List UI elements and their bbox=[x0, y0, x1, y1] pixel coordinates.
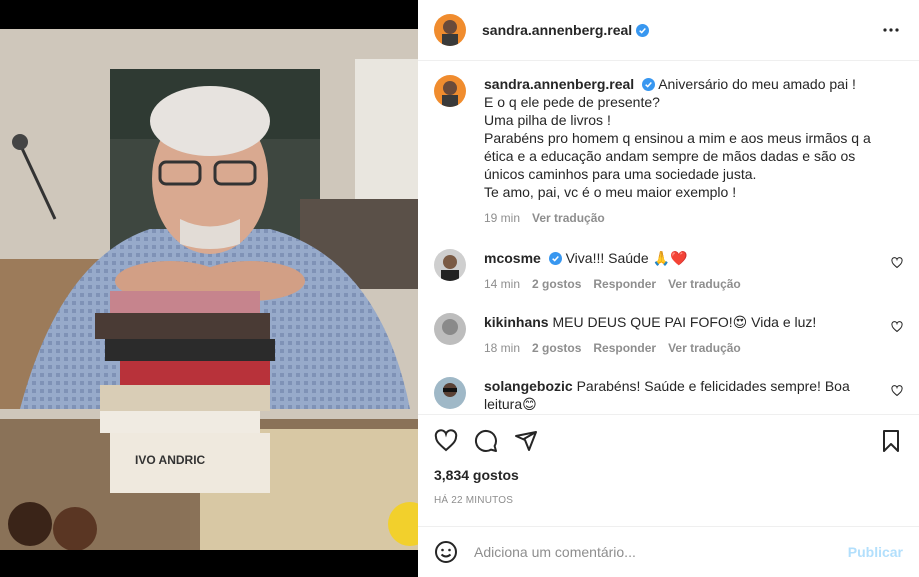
comment-input[interactable]: Adiciona um comentário... bbox=[474, 544, 848, 560]
caption-line: E o q ele pede de presente? bbox=[484, 94, 660, 110]
post-panel: sandra.annenberg.real sandra.annenberg.r… bbox=[418, 0, 919, 577]
reply-button[interactable]: Responder bbox=[593, 275, 656, 293]
caption-line: Aniversário do meu amado pai ! bbox=[658, 76, 856, 92]
comment-text: Viva!!! Saúde 🙏❤️ bbox=[565, 250, 688, 266]
comment-icon[interactable] bbox=[474, 429, 498, 453]
heart-icon[interactable] bbox=[434, 429, 458, 453]
bookmark-icon[interactable] bbox=[879, 429, 903, 453]
verified-icon bbox=[636, 23, 650, 37]
post-modal: IVO ANDRIC sandra.annenberg.real sandra.… bbox=[0, 0, 919, 577]
translate-link[interactable]: Ver tradução bbox=[532, 209, 605, 227]
verified-icon bbox=[642, 78, 656, 91]
post-photo[interactable]: IVO ANDRIC bbox=[0, 29, 418, 550]
like-comment-heart-icon[interactable] bbox=[891, 321, 903, 333]
caption-time[interactable]: 19 min bbox=[484, 209, 520, 227]
like-comment-heart-icon[interactable] bbox=[891, 257, 903, 269]
likes-count[interactable]: 3,834 gostos bbox=[434, 467, 903, 483]
caption-line: Te amo, pai, vc é o meu maior exemplo ! bbox=[484, 184, 737, 200]
comment-time[interactable]: 14 min bbox=[484, 275, 520, 293]
commenter-username[interactable]: kikinhans bbox=[484, 314, 549, 330]
post-timestamp[interactable]: HÁ 22 MINUTOS bbox=[434, 495, 903, 506]
comments-list[interactable]: sandra.annenberg.real Aniversário do meu… bbox=[418, 61, 919, 414]
emoji-icon[interactable] bbox=[434, 540, 458, 564]
translate-link[interactable]: Ver tradução bbox=[668, 275, 741, 293]
author-avatar[interactable] bbox=[434, 14, 466, 46]
translate-link[interactable]: Ver tradução bbox=[668, 339, 741, 357]
verified-icon bbox=[548, 252, 562, 265]
add-comment-bar: Adiciona um comentário... Publicar bbox=[418, 526, 919, 577]
comment-likes[interactable]: 2 gostos bbox=[532, 339, 581, 357]
reply-button[interactable]: Responder bbox=[593, 339, 656, 357]
commenter-avatar[interactable] bbox=[434, 249, 466, 281]
caption-line: Uma pilha de livros ! bbox=[484, 112, 611, 128]
like-comment-heart-icon[interactable] bbox=[891, 385, 903, 397]
publish-button[interactable]: Publicar bbox=[848, 544, 903, 560]
caption: sandra.annenberg.real Aniversário do meu… bbox=[434, 75, 903, 227]
commenter-avatar[interactable] bbox=[434, 313, 466, 345]
caption-username[interactable]: sandra.annenberg.real bbox=[484, 76, 634, 92]
caption-line: Parabéns pro homem q ensinou a mim e aos… bbox=[484, 130, 871, 182]
comment-time[interactable]: 18 min bbox=[484, 339, 520, 357]
post-media[interactable]: IVO ANDRIC bbox=[0, 0, 418, 577]
comment-item: mcosme Viva!!! Saúde 🙏❤️ 14 min 2 gostos… bbox=[434, 249, 903, 293]
book-title-text: IVO ANDRIC bbox=[135, 453, 206, 467]
commenter-avatar[interactable] bbox=[434, 377, 466, 409]
commenter-username[interactable]: mcosme bbox=[484, 250, 541, 266]
more-options-icon[interactable] bbox=[879, 18, 903, 42]
commenter-username[interactable]: solangebozic bbox=[484, 378, 573, 394]
post-header: sandra.annenberg.real bbox=[418, 0, 919, 61]
comment-text: MEU DEUS QUE PAI FOFO!😍 Vida e luz! bbox=[552, 314, 817, 330]
photo-illustration: IVO ANDRIC bbox=[0, 29, 418, 550]
author-avatar[interactable] bbox=[434, 75, 466, 107]
comment-likes[interactable]: 2 gostos bbox=[532, 275, 581, 293]
author-username[interactable]: sandra.annenberg.real bbox=[482, 22, 632, 38]
post-actions: 3,834 gostos HÁ 22 MINUTOS bbox=[418, 414, 919, 526]
comment-item: kikinhans MEU DEUS QUE PAI FOFO!😍 Vida e… bbox=[434, 313, 903, 357]
comment-item: solangebozic Parabéns! Saúde e felicidad… bbox=[434, 377, 903, 413]
share-icon[interactable] bbox=[514, 429, 538, 453]
